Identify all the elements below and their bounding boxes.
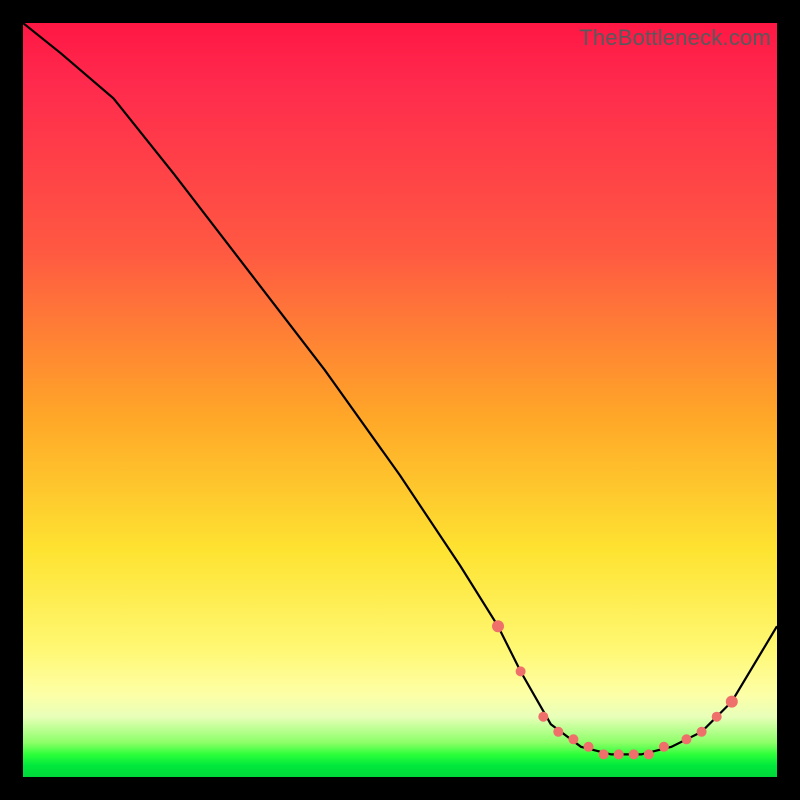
marker-dot xyxy=(697,727,707,737)
series-curve xyxy=(23,23,777,754)
markers-group xyxy=(492,620,738,759)
marker-dot xyxy=(553,727,563,737)
marker-dot xyxy=(492,620,504,632)
marker-dot xyxy=(568,734,578,744)
marker-dot xyxy=(538,712,548,722)
marker-dot xyxy=(599,749,609,759)
marker-dot xyxy=(712,712,722,722)
line-curve xyxy=(23,23,777,754)
watermark-text: TheBottleneck.com xyxy=(579,25,771,51)
chart-frame: TheBottleneck.com xyxy=(0,0,800,800)
marker-dot xyxy=(614,749,624,759)
plot-area: TheBottleneck.com xyxy=(23,23,777,777)
curve-layer xyxy=(23,23,777,777)
marker-dot xyxy=(726,696,738,708)
marker-dot xyxy=(584,742,594,752)
marker-dot xyxy=(644,749,654,759)
marker-dot xyxy=(629,749,639,759)
marker-dot xyxy=(659,742,669,752)
marker-dot xyxy=(516,666,526,676)
marker-dot xyxy=(682,734,692,744)
